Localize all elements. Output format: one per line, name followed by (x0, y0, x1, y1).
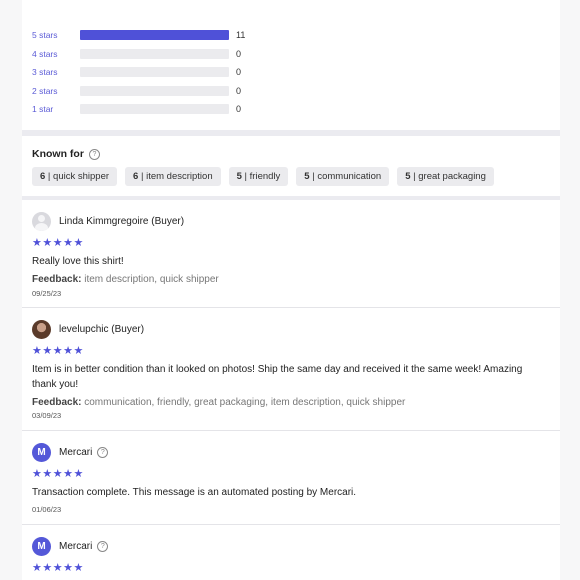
chip-count: 5 (236, 171, 242, 182)
rating-bar-track (80, 67, 229, 78)
review-header: levelupchic (Buyer) (32, 320, 144, 339)
rating-bar-track (80, 85, 229, 96)
left-gutter (0, 0, 22, 580)
rating-count: 0 (236, 48, 242, 59)
rating-bar-track (80, 104, 229, 115)
star-rating: ★★★★★ (32, 237, 84, 249)
rating-label: 2 stars (32, 85, 58, 96)
question-circle-icon[interactable]: ? (88, 148, 100, 160)
review-text: Really love this shirt! (32, 256, 124, 267)
chip-label: communication (317, 171, 382, 182)
rating-count: 0 (236, 104, 242, 115)
user-avatar[interactable] (32, 320, 51, 339)
rating-bar-fill (80, 30, 229, 41)
reviewer-name[interactable]: Mercari (59, 541, 92, 552)
question-circle-icon[interactable]: ? (97, 541, 109, 552)
chip-label: friendly (249, 171, 281, 182)
review-divider (22, 307, 560, 308)
review-text: Item is in better condition than it look… (32, 364, 523, 390)
person-placeholder-icon[interactable] (32, 212, 51, 231)
review-feedback: Feedback: item description, quick shippe… (32, 274, 219, 285)
mercari-logo-icon[interactable]: M (32, 443, 51, 462)
reviews-page: 5 stars 11 4 stars 0 3 stars 0 2 stars 0… (22, 0, 560, 580)
chip-label: quick shipper (53, 171, 110, 182)
review-divider (22, 524, 560, 525)
star-rating: ★★★★★ (32, 468, 84, 480)
known-for-chip[interactable]: 5 | friendly (228, 167, 289, 186)
rating-row-4: 4 stars 0 (32, 45, 332, 64)
chip-count: 5 (405, 171, 411, 182)
known-for-chips: 6 | quick shipper 6 | item description 5… (32, 167, 494, 186)
feedback-tags: item description, quick shipper (84, 274, 219, 285)
reviewer-name[interactable]: levelupchic (Buyer) (59, 324, 144, 335)
known-for-chip[interactable]: 6 | quick shipper (32, 167, 118, 186)
rating-row-1: 1 star 0 (32, 100, 332, 119)
chip-label: item description (146, 171, 213, 182)
star-rating: ★★★★★ (32, 562, 84, 574)
section-divider (22, 130, 560, 136)
rating-count: 0 (236, 67, 242, 78)
review-header: M Mercari ? (32, 537, 109, 556)
feedback-label: Feedback: (32, 397, 82, 408)
known-for-chip[interactable]: 5 | great packaging (397, 167, 494, 186)
rating-count: 11 (236, 30, 246, 41)
review-date: 01/06/23 (32, 505, 62, 514)
review-text: Transaction complete. This message is an… (32, 487, 357, 498)
rating-row-2: 2 stars 0 (32, 82, 332, 101)
review-feedback: Feedback: communication, friendly, great… (32, 397, 405, 408)
rating-label: 4 stars (32, 48, 58, 59)
reviewer-name[interactable]: Linda Kimmgregoire (Buyer) (59, 216, 184, 227)
chip-count: 6 (40, 171, 46, 182)
section-divider (22, 196, 560, 200)
review-date: 03/09/23 (32, 411, 62, 420)
rating-bar-track (80, 30, 229, 41)
review-header: M Mercari ? (32, 443, 109, 462)
chip-count: 5 (304, 171, 310, 182)
rating-count: 0 (236, 85, 242, 96)
star-rating: ★★★★★ (32, 345, 84, 357)
rating-distribution: 5 stars 11 4 stars 0 3 stars 0 2 stars 0… (32, 26, 332, 119)
rating-row-3: 3 stars 0 (32, 63, 332, 82)
rating-row-5: 5 stars 11 (32, 26, 332, 45)
rating-bar-track (80, 48, 229, 59)
known-for-chip[interactable]: 5 | communication (296, 167, 390, 186)
review-divider (22, 430, 560, 431)
rating-label: 5 stars (32, 30, 58, 41)
right-gutter (560, 0, 580, 580)
rating-label: 3 stars (32, 67, 58, 78)
rating-label: 1 star (32, 104, 54, 115)
reviewer-name[interactable]: Mercari (59, 447, 92, 458)
known-for-title: Known for (32, 148, 84, 160)
review-date: 09/25/23 (32, 289, 62, 298)
known-for-heading: Known for ? (32, 148, 100, 160)
feedback-label: Feedback: (32, 274, 82, 285)
question-circle-icon[interactable]: ? (97, 447, 109, 458)
known-for-chip[interactable]: 6 | item description (125, 167, 221, 186)
feedback-tags: communication, friendly, great packaging… (84, 397, 406, 408)
review-header: Linda Kimmgregoire (Buyer) (32, 212, 184, 231)
chip-label: great packaging (418, 171, 486, 182)
chip-count: 6 (133, 171, 139, 182)
mercari-logo-icon[interactable]: M (32, 537, 51, 556)
